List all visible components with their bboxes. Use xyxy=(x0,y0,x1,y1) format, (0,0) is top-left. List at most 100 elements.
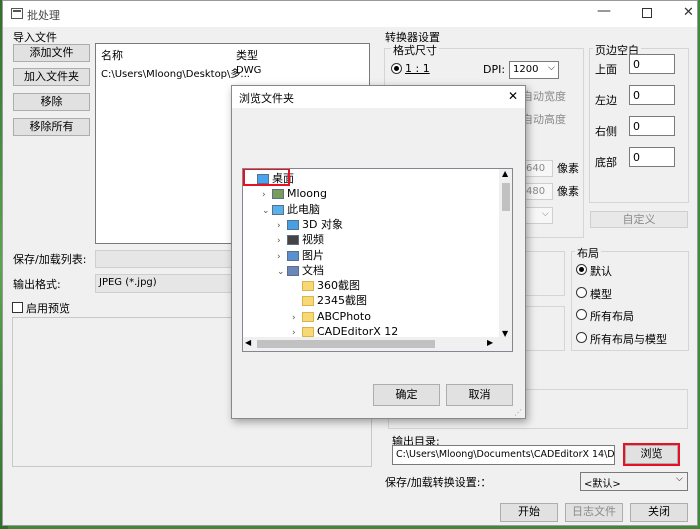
column-header-name[interactable]: 名称 xyxy=(101,47,123,63)
chevron-down-icon: ⌵ xyxy=(676,474,683,484)
close-button[interactable]: 关闭 xyxy=(630,503,688,522)
cancel-button[interactable]: 取消 xyxy=(446,384,513,406)
window-title: 批处理 xyxy=(27,9,60,22)
tree-item[interactable]: 360截图 xyxy=(292,278,360,293)
pixel-unit-height: 像素 xyxy=(557,185,579,198)
dialog-title-bar: 浏览文件夹 ✕ xyxy=(232,86,525,108)
column-header-type[interactable]: 类型 xyxy=(236,47,258,63)
layout-all-label: 所有布局 xyxy=(590,310,634,323)
auto-height-label: 自动高度 xyxy=(522,113,566,126)
scroll-right-icon[interactable]: ▶ xyxy=(487,338,493,347)
browse-highlight xyxy=(623,443,680,466)
user-icon xyxy=(272,189,284,200)
batch-window: 批处理 — ✕ 导入文件 添加文件 加入文件夹 移除 移除所有 名称 类型 C:… xyxy=(2,0,698,526)
tree-item[interactable]: 2345截图 xyxy=(292,293,367,308)
ok-button[interactable]: 确定 xyxy=(373,384,440,406)
maximize-icon[interactable] xyxy=(642,8,652,18)
margin-top-input[interactable]: 0 xyxy=(629,54,675,74)
auto-width-label: 自动宽度 xyxy=(522,90,566,103)
add-file-button[interactable]: 添加文件 xyxy=(13,44,90,62)
scroll-thumb[interactable] xyxy=(502,183,510,211)
tree-item-label: 图片 xyxy=(302,248,324,262)
output-format-select[interactable]: JPEG (*.jpg) xyxy=(95,274,235,293)
remove-all-button[interactable]: 移除所有 xyxy=(13,118,90,136)
scroll-left-icon[interactable]: ◀ xyxy=(245,338,251,347)
options-group xyxy=(523,251,565,296)
save-load-list-combo[interactable] xyxy=(95,250,235,268)
desktop-highlight xyxy=(243,169,290,186)
tree-item[interactable]: ⌄ 文档 xyxy=(277,263,324,278)
layout-title: 布局 xyxy=(575,245,601,261)
app-icon xyxy=(11,8,23,19)
scroll-up-icon[interactable]: ▲ xyxy=(502,169,508,178)
layout-all-model-label: 所有布局与模型 xyxy=(590,333,667,346)
add-folder-button[interactable]: 加入文件夹 xyxy=(13,68,90,86)
pixel-unit-width: 像素 xyxy=(557,162,579,175)
settings-select[interactable]: <默认> ⌵ xyxy=(580,472,688,491)
enable-preview-checkbox[interactable] xyxy=(12,302,23,313)
minimize-icon[interactable]: — xyxy=(597,3,611,19)
layout-model-label: 模型 xyxy=(590,288,612,301)
layout-all-radio[interactable] xyxy=(576,309,587,320)
margin-left-input[interactable]: 0 xyxy=(629,85,675,105)
folder-icon xyxy=(302,281,314,292)
table-row[interactable]: C:\Users\Mloong\Desktop\多... DWG xyxy=(96,64,369,80)
margin-right-label: 右侧 xyxy=(595,125,617,138)
margin-bottom-input[interactable]: 0 xyxy=(629,147,675,167)
ratio-radio[interactable] xyxy=(391,63,402,74)
tree-item[interactable]: › 3D 对象 xyxy=(277,217,343,232)
log-file-button[interactable]: 日志文件 xyxy=(565,503,623,522)
margin-top-label: 上面 xyxy=(595,63,617,76)
margin-bottom-label: 底部 xyxy=(595,156,617,169)
tree-item-label: 视频 xyxy=(302,233,324,247)
layout-model-radio[interactable] xyxy=(576,287,587,298)
enable-preview-label: 启用预览 xyxy=(26,302,70,315)
margin-right-input[interactable]: 0 xyxy=(629,116,675,136)
title-bar: 批处理 — ✕ xyxy=(3,1,697,27)
dpi-select[interactable]: 1200 ⌵ xyxy=(509,61,559,79)
output-dir-input[interactable]: C:\Users\Mloong\Documents\CADEditorX 14\… xyxy=(392,445,615,465)
layout-all-model-radio[interactable] xyxy=(576,332,587,343)
expand-chevron-icon[interactable]: ⌄ xyxy=(262,204,272,219)
margin-left-label: 左边 xyxy=(595,94,617,107)
close-icon[interactable]: ✕ xyxy=(683,5,694,20)
save-load-settings-label: 保存/加载转换设置:： xyxy=(385,476,492,489)
tree-item-label: 2345截图 xyxy=(317,294,367,308)
tree-item[interactable]: ⌄ 此电脑 xyxy=(262,202,320,217)
save-load-list-label: 保存/加载列表: xyxy=(13,253,87,266)
resize-grip-icon[interactable]: ⋰ xyxy=(514,408,522,417)
remove-button[interactable]: 移除 xyxy=(13,93,90,111)
import-files-label: 导入文件 xyxy=(13,31,57,44)
dialog-close-icon[interactable]: ✕ xyxy=(508,89,518,103)
custom-button[interactable]: 自定义 xyxy=(590,211,688,228)
start-button[interactable]: 开始 xyxy=(500,503,558,522)
layout-default-radio[interactable] xyxy=(576,264,587,275)
chevron-down-icon: ⌵ xyxy=(542,209,549,219)
tree-item-label: Mloong xyxy=(287,187,327,201)
tree-horizontal-scrollbar[interactable]: ◀ ▶ xyxy=(243,337,499,351)
folder-icon xyxy=(302,296,314,307)
scroll-thumb-horizontal[interactable] xyxy=(257,340,435,348)
video-icon xyxy=(287,235,299,246)
file-name-cell: C:\Users\Mloong\Desktop\多... xyxy=(101,69,250,80)
tree-item[interactable]: › Mloong xyxy=(262,186,327,201)
chevron-down-icon: ⌵ xyxy=(548,63,555,73)
expand-chevron-icon[interactable]: ⌄ xyxy=(277,265,287,280)
layout-default-label: 默认 xyxy=(590,265,612,278)
scroll-down-icon[interactable]: ▼ xyxy=(502,329,508,338)
output-format-label: 输出格式: xyxy=(13,278,61,291)
format-size-label: 格式尺寸 xyxy=(391,42,439,58)
tree-item[interactable]: › 图片 xyxy=(277,248,324,263)
folder-tree[interactable]: 桌面 › Mloong ⌄ 此电脑 › 3D 对象 › 视频 › 图片 ⌄ 文档 360截图 2345截图 ›… xyxy=(242,168,513,352)
browse-folder-dialog: 浏览文件夹 ✕ 桌面 › Mloong ⌄ 此电脑 › 3D 对象 › 视频 › 图片 ⌄ 文档 360截… xyxy=(231,85,526,419)
pc-icon xyxy=(272,204,284,215)
tree-item-label: ABCPhoto xyxy=(317,309,371,323)
tree-vertical-scrollbar[interactable]: ▲ ▼ xyxy=(499,169,512,351)
tree-item[interactable]: › ABCPhoto xyxy=(292,309,371,324)
file-type-cell: DWG xyxy=(236,65,262,76)
folder-icon xyxy=(302,327,314,337)
ratio-label: 1 : 1 xyxy=(405,62,430,75)
dialog-title: 浏览文件夹 xyxy=(239,92,294,105)
tree-item[interactable]: › 视频 xyxy=(277,232,324,247)
tree-item-label: 3D 对象 xyxy=(302,217,343,231)
